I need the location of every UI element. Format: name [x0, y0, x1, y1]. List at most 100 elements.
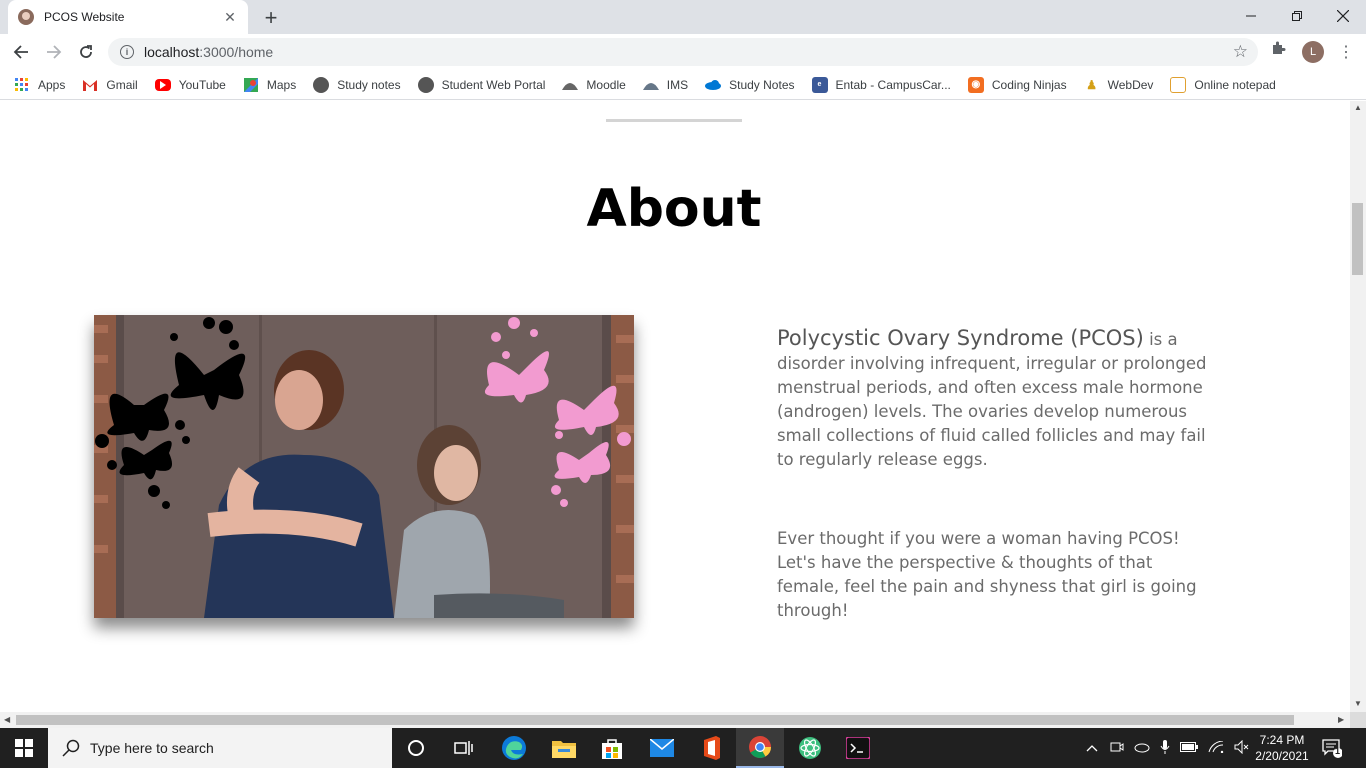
- bookmark-moodle[interactable]: Moodle: [562, 77, 626, 93]
- store-icon: [602, 739, 622, 759]
- pcos-description-text: is a disorder involving infrequent, irre…: [777, 330, 1207, 469]
- edge-taskbar-button[interactable]: [490, 728, 538, 768]
- pcos-title: Polycystic Ovary Syndrome (PCOS): [777, 326, 1144, 350]
- restore-button[interactable]: [1274, 0, 1320, 32]
- bookmark-ims[interactable]: IMS: [642, 77, 688, 93]
- chrome-taskbar-button[interactable]: [736, 728, 784, 768]
- onedrive-tray-icon[interactable]: [1134, 741, 1150, 756]
- browser-toolbar: i localhost:3000/home ☆: [0, 34, 1366, 70]
- onedrive-icon: [705, 77, 722, 93]
- notification-count: 1: [1335, 746, 1341, 756]
- bookmark-label: Online notepad: [1194, 77, 1276, 92]
- tab-pcos-website[interactable]: PCOS Website ✕: [8, 0, 248, 34]
- horizontal-scroll-thumb[interactable]: [16, 715, 1294, 725]
- task-view-button[interactable]: [440, 728, 488, 768]
- address-bar[interactable]: i localhost:3000/home ☆: [108, 38, 1258, 66]
- bookmark-label: WebDev: [1107, 77, 1154, 92]
- forward-button[interactable]: [42, 40, 66, 64]
- mail-button[interactable]: [638, 728, 686, 768]
- bookmark-entab[interactable]: e Entab - CampusCar...: [811, 76, 951, 93]
- close-window-button[interactable]: [1320, 0, 1366, 32]
- bookmarks-bar: Apps Gmail YouTube Maps Study notes Stud…: [0, 70, 1366, 100]
- microphone-icon[interactable]: [1160, 739, 1170, 757]
- action-center-button[interactable]: 1: [1322, 738, 1343, 763]
- bookmark-youtube[interactable]: YouTube: [154, 77, 226, 92]
- gmail-icon: [82, 77, 98, 93]
- file-explorer-button[interactable]: [540, 728, 588, 768]
- bookmark-coding-ninjas[interactable]: ◉ Coding Ninjas: [967, 76, 1067, 93]
- atom-button[interactable]: [786, 728, 834, 768]
- horizontal-scrollbar[interactable]: ◀ ▶: [0, 712, 1350, 728]
- vertical-scroll-thumb[interactable]: [1352, 203, 1363, 275]
- wifi-icon[interactable]: [1208, 740, 1224, 756]
- tab-close-icon[interactable]: ✕: [222, 9, 238, 26]
- youtube-icon: [154, 78, 171, 91]
- entab-icon: e: [811, 76, 828, 93]
- start-button[interactable]: [0, 728, 48, 768]
- show-hidden-icons-icon[interactable]: [1086, 741, 1098, 755]
- bookmark-star-icon[interactable]: ☆: [1233, 42, 1248, 62]
- bookmark-study-notes[interactable]: Study notes: [313, 76, 401, 93]
- bookmark-study-notes-onedrive[interactable]: Study Notes: [705, 77, 795, 93]
- volume-muted-icon[interactable]: [1234, 739, 1250, 757]
- atom-icon: [799, 737, 821, 759]
- bookmark-label: YouTube: [178, 77, 226, 92]
- scroll-right-icon[interactable]: ▶: [1338, 715, 1344, 724]
- reload-button[interactable]: [74, 40, 98, 64]
- apps-grid-icon: [14, 77, 30, 93]
- cortana-button[interactable]: [392, 728, 440, 768]
- taskbar-clock[interactable]: 7:24 PM 2/20/2021: [1254, 732, 1310, 764]
- restore-icon: [1292, 11, 1302, 21]
- bookmark-online-notepad[interactable]: Online notepad: [1170, 76, 1276, 93]
- profile-avatar[interactable]: L: [1302, 41, 1324, 63]
- scroll-down-icon[interactable]: ▼: [1354, 699, 1362, 708]
- meet-now-icon[interactable]: [1110, 740, 1124, 757]
- extensions-icon[interactable]: [1270, 40, 1286, 61]
- site-info-icon[interactable]: i: [120, 45, 134, 59]
- terminal-button[interactable]: [834, 728, 882, 768]
- bookmark-student-web-portal[interactable]: Student Web Portal: [417, 76, 545, 93]
- about-heading: About: [586, 179, 762, 239]
- perspective-text: Ever thought if you were a woman having …: [777, 529, 1197, 620]
- back-button[interactable]: [9, 40, 33, 64]
- chrome-icon: [749, 736, 771, 758]
- taskbar-search[interactable]: Type here to search: [48, 728, 392, 768]
- tab-strip: PCOS Website ✕ +: [0, 0, 1366, 34]
- minimize-button[interactable]: [1228, 0, 1274, 32]
- bookmark-label: Study Notes: [729, 77, 795, 92]
- bookmark-label: Maps: [266, 77, 297, 92]
- bookmark-webdev[interactable]: ♟ WebDev: [1083, 76, 1154, 93]
- globe-icon: [417, 76, 434, 93]
- arrow-right-icon: [47, 45, 62, 59]
- vertical-scrollbar[interactable]: ▲ ▼: [1350, 101, 1366, 712]
- close-icon: [1337, 10, 1349, 22]
- bookmark-gmail[interactable]: Gmail: [82, 77, 138, 93]
- moodle-icon: [562, 77, 579, 93]
- scrollbar-corner: [1350, 712, 1366, 728]
- battery-icon[interactable]: [1180, 741, 1198, 755]
- edge-icon: [502, 736, 526, 760]
- bookmark-apps[interactable]: Apps: [14, 77, 65, 93]
- reload-icon: [80, 45, 92, 58]
- menu-kebab-icon[interactable]: ⋮: [1338, 42, 1354, 62]
- scroll-up-icon[interactable]: ▲: [1354, 103, 1362, 112]
- windows-logo-icon: [15, 739, 33, 757]
- pcos-description: Polycystic Ovary Syndrome (PCOS) is a di…: [777, 326, 1207, 472]
- new-tab-button[interactable]: +: [260, 5, 282, 31]
- clock-date: 2/20/2021: [1255, 749, 1309, 763]
- search-placeholder: Type here to search: [90, 740, 214, 756]
- office-button[interactable]: [688, 728, 736, 768]
- store-button[interactable]: [588, 728, 636, 768]
- maps-icon: [243, 77, 259, 93]
- coding-ninjas-icon: ◉: [967, 76, 984, 93]
- ims-icon: [642, 77, 659, 93]
- bookmark-label: Study notes: [337, 77, 401, 92]
- section-divider: [606, 119, 742, 122]
- bookmark-label: Moodle: [586, 77, 626, 92]
- folder-icon: [552, 741, 576, 758]
- bookmark-label: Entab - CampusCar...: [835, 77, 951, 92]
- scroll-left-icon[interactable]: ◀: [4, 715, 10, 724]
- mail-icon: [650, 739, 674, 757]
- bookmark-maps[interactable]: Maps: [243, 77, 296, 93]
- url-host: localhost: [144, 44, 200, 60]
